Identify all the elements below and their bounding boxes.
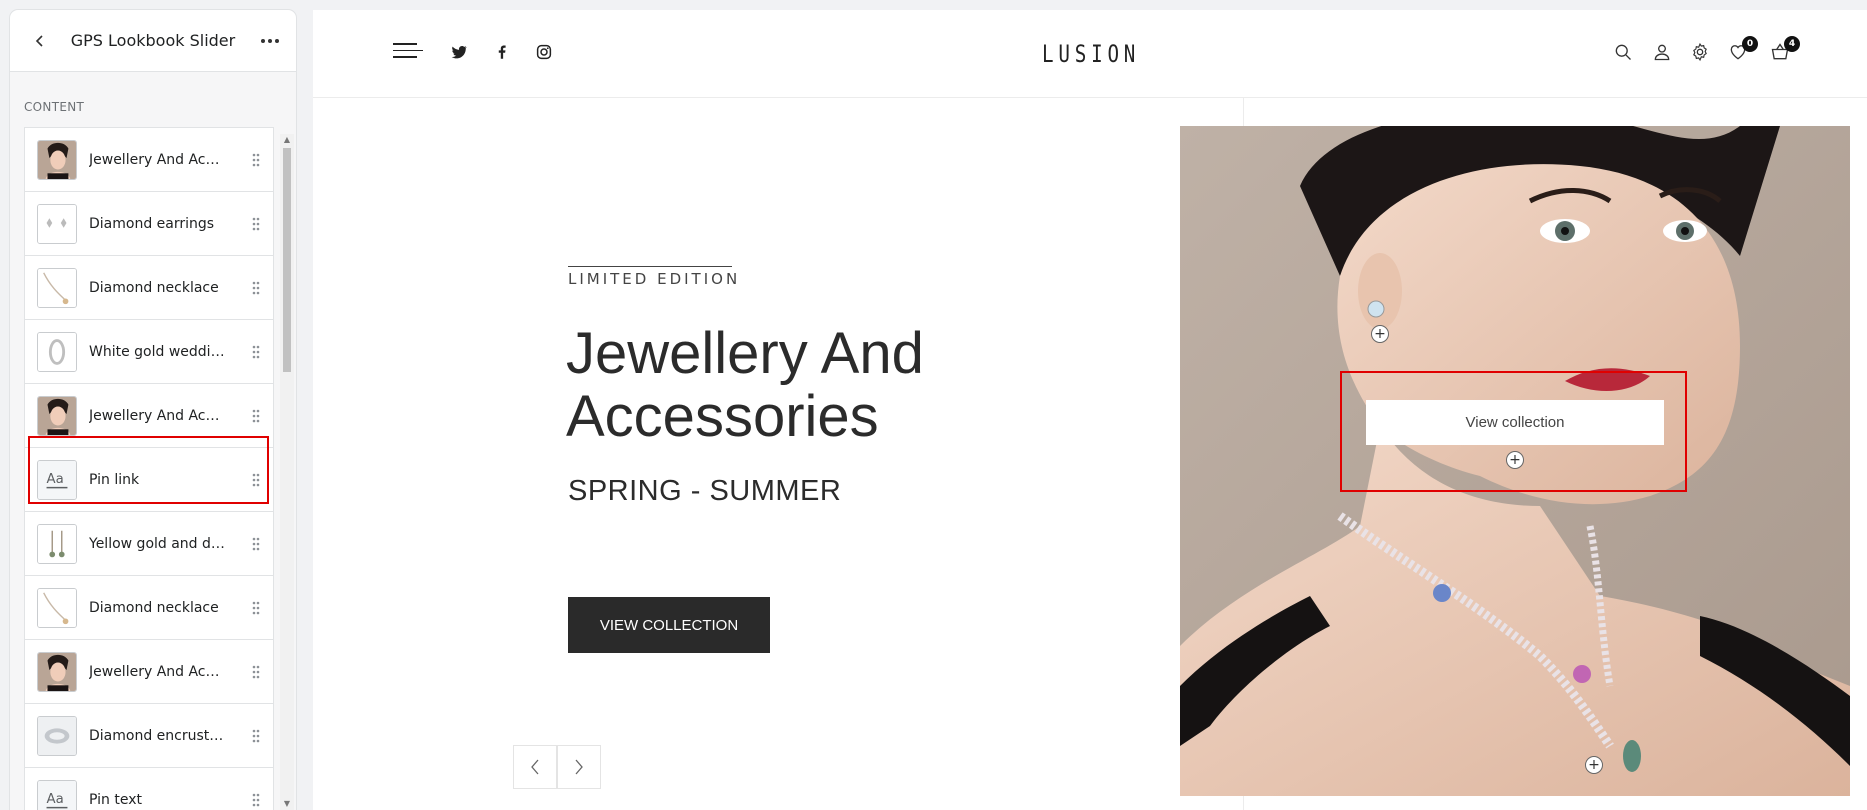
hero-eyebrow: LIMITED EDITION — [568, 270, 741, 288]
scroll-up-arrow[interactable]: ▲ — [283, 136, 291, 144]
block-label: Pin link — [89, 471, 140, 488]
block-thumbnail — [37, 395, 77, 436]
site-header: LUSION 0 4 — [313, 10, 1867, 98]
account-icon[interactable] — [1652, 42, 1672, 62]
hamburger-icon — [393, 43, 417, 45]
cart-count-badge: 4 — [1784, 36, 1800, 52]
more-horizontal-icon — [261, 39, 279, 43]
block-label: Yellow gold and dia... — [89, 535, 225, 552]
block-thumbnail — [37, 523, 77, 564]
svg-text:Aa: Aa — [47, 791, 64, 806]
chevron-left-icon — [35, 34, 43, 47]
block-label: Jewellery And Acces... — [89, 151, 225, 168]
block-label: Diamond earrings — [89, 215, 215, 232]
block-list-item[interactable]: Jewellery And Acces... — [25, 384, 273, 448]
drag-handle-icon[interactable] — [251, 280, 261, 296]
theme-editor-sidebar: GPS Lookbook Slider CONTENT Jewellery An… — [10, 10, 296, 810]
block-label: Jewellery And Acces... — [89, 663, 225, 680]
sidebar-header: GPS Lookbook Slider — [10, 10, 296, 72]
pin-view-collection[interactable]: + — [1506, 451, 1524, 469]
more-options-button[interactable] — [250, 21, 290, 61]
block-label: Jewellery And Acces... — [89, 407, 225, 424]
storefront-preview: LUSION 0 4 LIMITED EDITION Jewellery And… — [313, 10, 1867, 810]
drag-handle-icon[interactable] — [251, 216, 261, 232]
block-list-item[interactable]: Aa Pin text — [25, 768, 273, 810]
chevron-right-icon — [575, 759, 583, 775]
block-list: Jewellery And Acces... Diamond earrings Di… — [24, 127, 274, 810]
text-block-icon: Aa — [37, 779, 77, 810]
settings-icon[interactable] — [1690, 42, 1710, 62]
block-label: White gold wedding... — [89, 343, 225, 360]
slider-next-button[interactable] — [557, 745, 601, 789]
scrollbar[interactable]: ▲ ▼ — [280, 134, 294, 810]
block-list-item[interactable]: Diamond necklace — [25, 256, 273, 320]
drag-handle-icon[interactable] — [251, 728, 261, 744]
hamburger-icon-line — [393, 49, 423, 51]
block-label: Diamond necklace — [89, 599, 219, 616]
hero-title-line2: Accessories — [566, 384, 879, 449]
drag-handle-icon[interactable] — [251, 344, 261, 360]
drag-handle-icon[interactable] — [251, 472, 261, 488]
menu-button[interactable] — [393, 43, 423, 61]
search-icon[interactable] — [1613, 42, 1633, 62]
block-thumbnail — [37, 651, 77, 692]
drag-handle-icon[interactable] — [251, 536, 261, 552]
pin-earring[interactable]: + — [1371, 325, 1389, 343]
block-list-item[interactable]: Diamond necklace — [25, 576, 273, 640]
block-list-item[interactable]: Diamond encrusted — [25, 704, 273, 768]
block-thumbnail — [37, 587, 77, 628]
block-thumbnail — [37, 331, 77, 372]
block-list-item[interactable]: Jewellery And Acces... — [25, 128, 273, 192]
cart-button[interactable]: 4 — [1770, 36, 1800, 62]
wishlist-button[interactable]: 0 — [1728, 36, 1758, 62]
block-thumbnail — [37, 267, 77, 308]
block-label: Diamond necklace — [89, 279, 219, 296]
slider-prev-button[interactable] — [513, 745, 557, 789]
svg-text:Aa: Aa — [47, 471, 64, 486]
scroll-down-arrow[interactable]: ▼ — [283, 800, 291, 808]
drag-handle-icon[interactable] — [251, 600, 261, 616]
drag-handle-icon[interactable] — [251, 792, 261, 808]
block-label: Pin text — [89, 791, 142, 808]
block-list-item[interactable]: Aa Pin link — [25, 448, 273, 512]
chevron-left-icon — [531, 759, 539, 775]
drag-handle-icon[interactable] — [251, 664, 261, 680]
wishlist-count-badge: 0 — [1742, 36, 1758, 52]
pin-tooltip[interactable]: View collection — [1366, 400, 1664, 445]
block-thumbnail — [37, 203, 77, 244]
site-logo[interactable]: LUSION — [1042, 40, 1135, 68]
instagram-icon[interactable] — [535, 43, 553, 61]
block-list-item[interactable]: Yellow gold and dia... — [25, 512, 273, 576]
drag-handle-icon[interactable] — [251, 408, 261, 424]
section-label: CONTENT — [24, 100, 85, 114]
block-list-item[interactable]: Jewellery And Acces... — [25, 640, 273, 704]
hamburger-icon-line — [393, 56, 417, 58]
content-section: CONTENT Jewellery And Acces... Diamond ea… — [10, 72, 296, 810]
block-list-item[interactable]: White gold wedding... — [25, 320, 273, 384]
hero-title-line1: Jewellery And — [566, 321, 924, 386]
scrollbar-thumb[interactable] — [283, 148, 291, 372]
hero-title: Jewellery And Accessories — [566, 322, 924, 448]
drag-handle-icon[interactable] — [251, 152, 261, 168]
back-button[interactable] — [20, 21, 60, 61]
facebook-icon[interactable] — [493, 43, 511, 61]
view-collection-button[interactable]: VIEW COLLECTION — [568, 597, 770, 653]
text-block-icon: Aa — [37, 459, 77, 500]
twitter-icon[interactable] — [450, 43, 468, 61]
block-list-item[interactable]: Diamond earrings — [25, 192, 273, 256]
block-thumbnail — [37, 139, 77, 180]
block-label: Diamond encrusted — [89, 727, 225, 744]
eyebrow-rule — [568, 266, 732, 267]
hero-subtitle: SPRING - SUMMER — [568, 475, 842, 507]
pin-necklace[interactable]: + — [1585, 756, 1603, 774]
block-thumbnail — [37, 715, 77, 756]
